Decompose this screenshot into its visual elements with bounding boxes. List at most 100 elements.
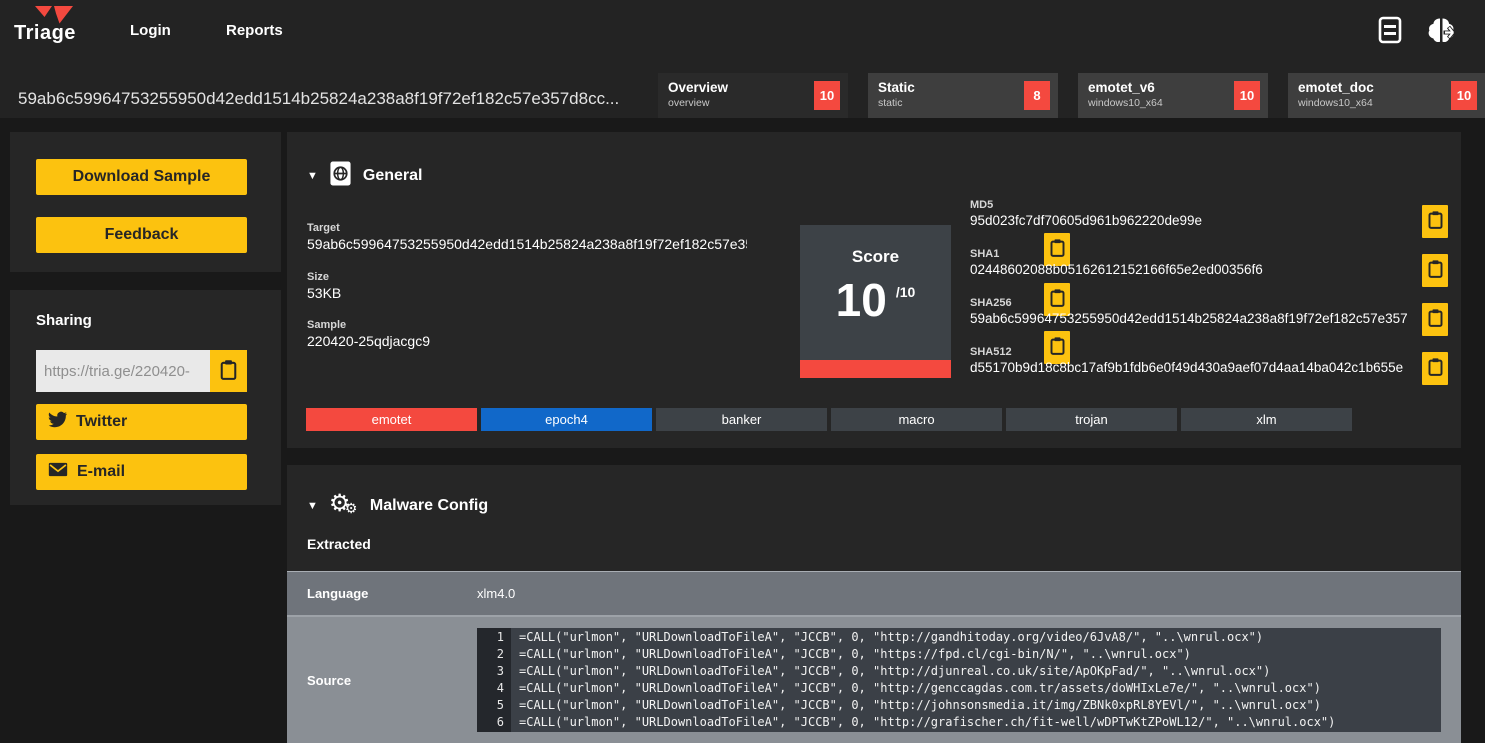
code-text: =CALL("urlmon", "URLDownloadToFileA", "J… [511, 680, 1321, 697]
score-value: 10 [836, 277, 887, 323]
sharing-title: Sharing [36, 312, 92, 329]
sha256-value: 59ab6c59964753255950d42edd1514b25824a238… [970, 311, 1412, 326]
tab-subtitle: static [878, 97, 1048, 109]
clipboard-icon [1050, 288, 1065, 311]
sample-value: 220420-25qdjacgc9 [307, 333, 747, 349]
code-line: 1 =CALL("urlmon", "URLDownloadToFileA", … [477, 629, 1441, 646]
tag-epoch4[interactable]: epoch4 [481, 408, 652, 431]
target-value: 59ab6c59964753255950d42edd1514b25824a238… [307, 236, 747, 252]
email-label: E-mail [77, 463, 125, 481]
sharing-panel: Sharing Twitter E-mail [10, 290, 281, 505]
code-text: =CALL("urlmon", "URLDownloadToFileA", "J… [511, 714, 1335, 731]
tag-emotet[interactable]: emotet [306, 408, 477, 431]
general-panel: ▼ General Target 59ab6c59964753255950d42… [287, 132, 1461, 448]
malware-config-panel: ▼ ⚙⚙ Malware Config Extracted Language x… [287, 465, 1461, 739]
share-twitter-button[interactable]: Twitter [36, 404, 247, 440]
code-text: =CALL("urlmon", "URLDownloadToFileA", "J… [511, 629, 1263, 646]
triage-logo[interactable]: Triage [14, 5, 76, 45]
score-badge: 8 [1024, 81, 1050, 110]
score-max: /10 [896, 284, 915, 300]
tab-title: emotet_v6 [1088, 80, 1258, 95]
malware-config-title: Malware Config [370, 497, 488, 515]
sample-label: Sample [307, 319, 346, 331]
tag-macro[interactable]: macro [831, 408, 1002, 431]
clipboard-icon [1428, 357, 1443, 380]
tab-title: Static [878, 80, 1048, 95]
share-url-row [36, 350, 247, 392]
copy-sha256-button[interactable] [1422, 303, 1448, 336]
tab-overview[interactable]: Overview overview 10 [658, 73, 848, 118]
extracted-label: Extracted [307, 536, 371, 552]
sha512-value: d55170b9d18c8bc17af9b1fdb6e0f49d430a9aef… [970, 360, 1412, 375]
collapse-arrow-icon[interactable]: ▼ [307, 170, 318, 182]
sha1-label: SHA1 [970, 248, 999, 260]
line-number: 6 [477, 714, 511, 731]
nav-reports-link[interactable]: Reports [226, 22, 283, 39]
sha1-value: 02448602088b05162612152166f65e2ed00356f6 [970, 262, 1412, 277]
nav-login-link[interactable]: Login [130, 22, 171, 39]
copy-sha1-button[interactable] [1422, 254, 1448, 287]
tag-xlm[interactable]: xlm [1181, 408, 1352, 431]
brand-name: Triage [14, 22, 76, 45]
reports-book-icon[interactable] [1378, 16, 1402, 49]
clipboard-icon [1050, 238, 1065, 261]
code-line: 5 =CALL("urlmon", "URLDownloadToFileA", … [477, 697, 1441, 714]
line-number: 3 [477, 663, 511, 680]
config-table: Language xlm4.0 Source 1 =CALL("urlmon",… [287, 571, 1461, 743]
language-label: Language [307, 586, 477, 601]
download-sample-button[interactable]: Download Sample [36, 159, 247, 195]
share-url-input[interactable] [36, 350, 210, 392]
tab-emotet-doc[interactable]: emotet_doc windows10_x64 10 [1288, 73, 1485, 118]
line-number: 5 [477, 697, 511, 714]
tab-static[interactable]: Static static 8 [868, 73, 1058, 118]
code-line: 6 =CALL("urlmon", "URLDownloadToFileA", … [477, 714, 1441, 731]
passport-icon [329, 160, 352, 192]
tab-title: Overview [668, 80, 838, 95]
score-severity-bar [800, 360, 951, 378]
clipboard-icon [1428, 308, 1443, 331]
collapse-arrow-icon[interactable]: ▼ [307, 500, 318, 512]
md5-value: 95d023fc7df70605d961b962220de99e [970, 213, 1412, 228]
top-navbar: Triage Login Reports [0, 0, 1485, 62]
size-value: 53KB [307, 285, 747, 301]
md5-label: MD5 [970, 199, 993, 211]
feedback-button[interactable]: Feedback [36, 217, 247, 253]
clipboard-icon [220, 359, 237, 384]
score-badge: 10 [814, 81, 840, 110]
line-number: 2 [477, 646, 511, 663]
copy-sha512-button[interactable] [1422, 352, 1448, 385]
source-code-block: 1 =CALL("urlmon", "URLDownloadToFileA", … [477, 628, 1441, 732]
clipboard-icon [1428, 259, 1443, 282]
general-title: General [363, 167, 423, 185]
envelope-icon [48, 462, 68, 482]
clipboard-icon [1428, 210, 1443, 233]
share-email-button[interactable]: E-mail [36, 454, 247, 490]
line-number: 1 [477, 629, 511, 646]
tag-banker[interactable]: banker [656, 408, 827, 431]
actions-panel: Download Sample Feedback [10, 132, 281, 272]
code-text: =CALL("urlmon", "URLDownloadToFileA", "J… [511, 646, 1191, 663]
tab-title: emotet_doc [1298, 80, 1475, 95]
code-text: =CALL("urlmon", "URLDownloadToFileA", "J… [511, 663, 1270, 680]
tab-subtitle: windows10_x64 [1088, 97, 1258, 109]
tag-trojan[interactable]: trojan [1006, 408, 1177, 431]
sample-hash: 59ab6c59964753255950d42edd1514b25824a238… [18, 89, 619, 109]
share-url-copy-button[interactable] [210, 350, 247, 392]
score-label: Score [800, 247, 951, 267]
source-row: Source 1 =CALL("urlmon", "URLDownloadToF… [287, 617, 1461, 743]
line-number: 4 [477, 680, 511, 697]
tab-emotet-v6[interactable]: emotet_v6 windows10_x64 10 [1078, 73, 1268, 118]
clipboard-icon [1050, 336, 1065, 359]
code-text: =CALL("urlmon", "URLDownloadToFileA", "J… [511, 697, 1321, 714]
sha256-label: SHA256 [970, 297, 1012, 309]
score-box: Score 10 /10 [800, 225, 951, 378]
target-label: Target [307, 222, 340, 234]
twitter-bird-icon [48, 410, 67, 434]
tab-subtitle: windows10_x64 [1298, 97, 1475, 109]
code-line: 2 =CALL("urlmon", "URLDownloadToFileA", … [477, 646, 1441, 663]
ai-brain-icon[interactable] [1426, 16, 1458, 50]
twitter-label: Twitter [76, 413, 127, 431]
copy-md5-button[interactable] [1422, 205, 1448, 238]
size-label: Size [307, 271, 329, 283]
tab-subtitle: overview [668, 97, 838, 109]
